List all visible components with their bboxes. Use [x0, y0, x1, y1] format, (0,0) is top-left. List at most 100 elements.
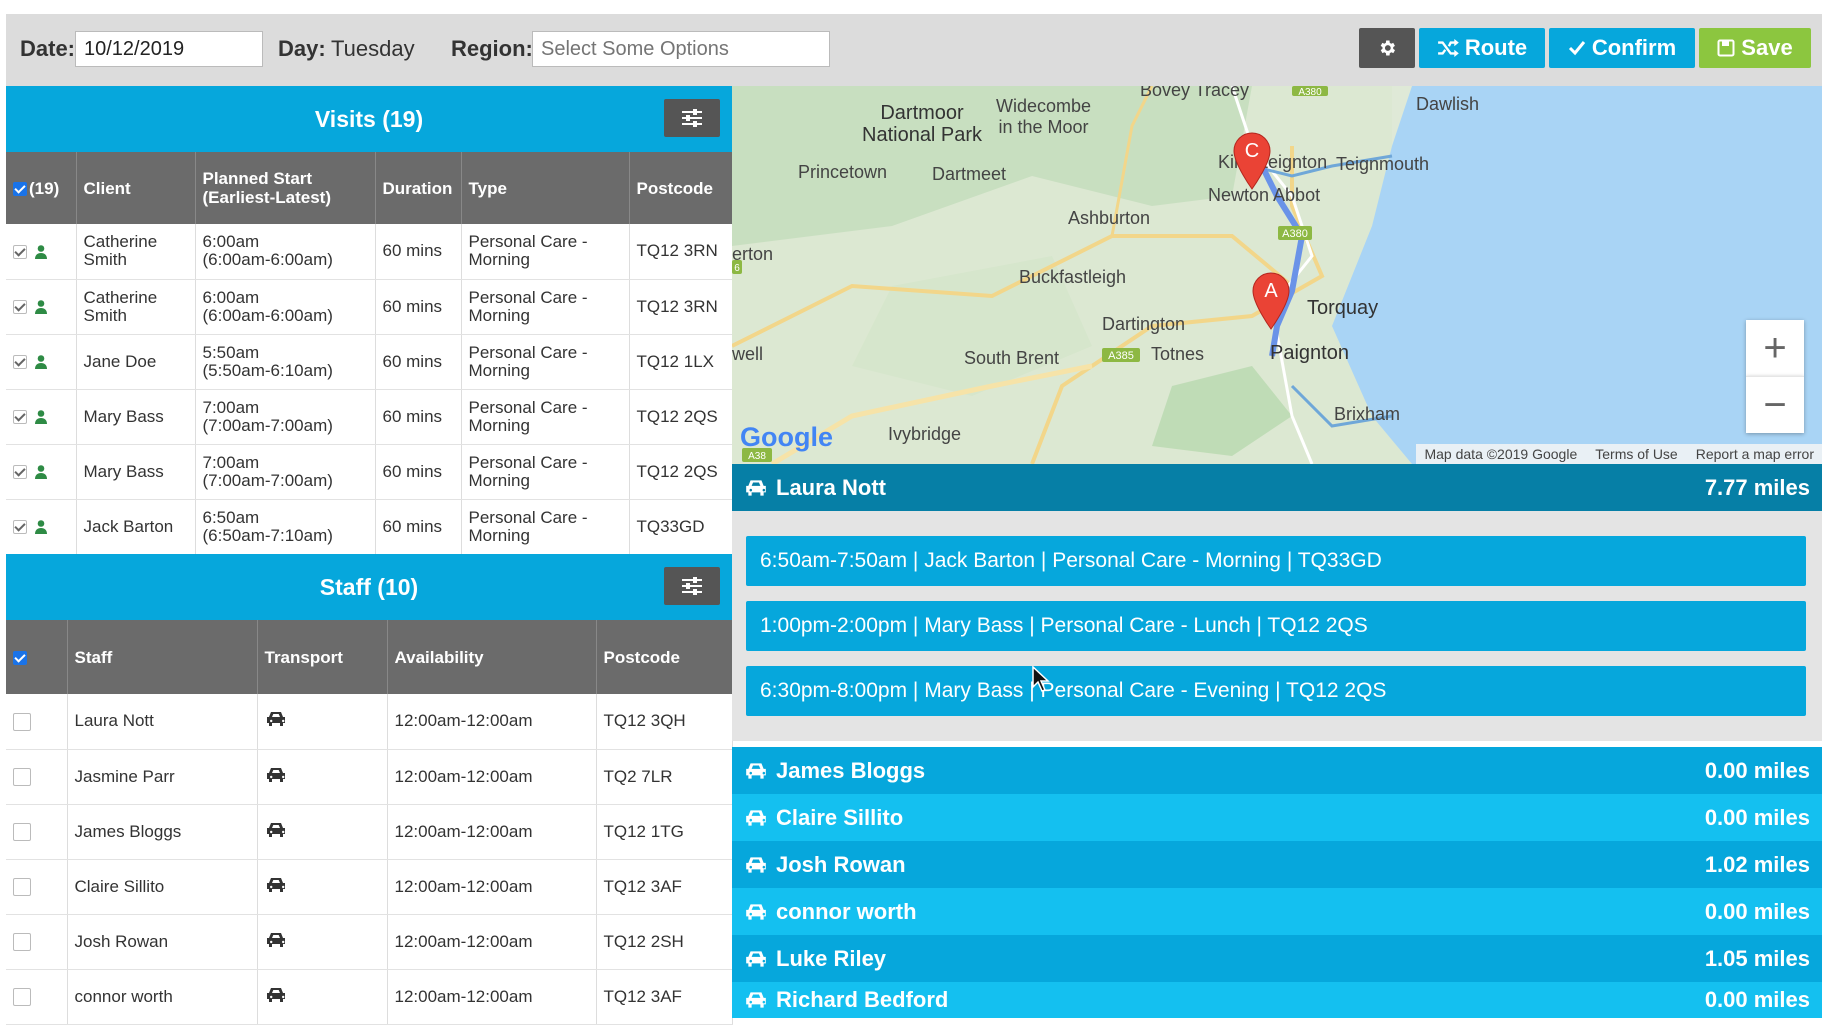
visit-type: Personal Care - Morning: [461, 444, 630, 500]
driver-miles: 1.02 miles: [1704, 851, 1810, 877]
col-client[interactable]: Client: [76, 152, 196, 224]
table-row[interactable]: Laura Nott 12:00am-12:00am TQ12 3QH: [6, 694, 733, 750]
map-label-south-brent: South Brent: [964, 348, 1060, 368]
confirm-button[interactable]: Confirm: [1549, 28, 1695, 68]
visit-checkbox[interactable]: [13, 355, 27, 370]
staff-filter-button[interactable]: [664, 567, 720, 605]
visit-checkbox[interactable]: [13, 300, 27, 315]
table-row[interactable]: Catherine Smith 6:00am (6:00am-6:00am) 60…: [6, 279, 733, 335]
col-staff[interactable]: Staff: [67, 620, 258, 694]
table-row[interactable]: Catherine Smith 6:00am (6:00am-6:00am) 60…: [6, 224, 733, 280]
staff-select-cell: [6, 969, 68, 1025]
driver-bar-active[interactable]: Laura Nott 7.77 miles: [732, 464, 1822, 511]
staff-checkbox[interactable]: [13, 932, 31, 951]
staff-name: Josh Rowan: [67, 914, 258, 970]
driver-bar[interactable]: James Bloggs 0.00 miles: [732, 747, 1822, 794]
staff-select-cell: [6, 859, 68, 915]
table-row[interactable]: Jane Doe 5:50am (5:50am-6:10am) 60 mins P…: [6, 334, 733, 390]
staff-availability: 12:00am-12:00am: [387, 804, 597, 860]
map-marker-a[interactable]: A: [1251, 272, 1291, 330]
staff-checkbox[interactable]: [13, 712, 31, 731]
staff-availability: 12:00am-12:00am: [387, 749, 597, 805]
map-label-dartmoor: Dartmoor National Park: [862, 102, 983, 146]
col-postcode[interactable]: Postcode: [629, 152, 733, 224]
route-visit-item[interactable]: 6:30pm-8:00pm | Mary Bass | Personal Car…: [746, 666, 1806, 716]
car-icon: [266, 712, 285, 727]
col-availability[interactable]: Availability: [387, 620, 597, 694]
staff-checkbox[interactable]: [13, 767, 31, 786]
driver-name: Luke Riley: [776, 945, 887, 971]
visit-checkbox[interactable]: [13, 410, 27, 425]
staff-transport: [257, 969, 388, 1025]
map-label-buckfastleigh: Buckfastleigh: [1019, 267, 1127, 287]
table-row[interactable]: James Bloggs 12:00am-12:00am TQ12 1TG: [6, 804, 733, 860]
zoom-in-button[interactable]: +: [1746, 320, 1804, 376]
col-transport[interactable]: Transport: [257, 620, 388, 694]
table-row[interactable]: Mary Bass 7:00am (7:00am-7:00am) 60 mins …: [6, 444, 733, 500]
staff-name: Jasmine Parr: [67, 749, 258, 805]
save-button-label: Save: [1741, 35, 1793, 60]
visit-checkbox[interactable]: [13, 244, 27, 259]
settings-button[interactable]: [1359, 28, 1415, 68]
region-select[interactable]: [532, 31, 830, 67]
route-visit-item[interactable]: 1:00pm-2:00pm | Mary Bass | Personal Car…: [746, 601, 1806, 651]
table-row[interactable]: Claire Sillito 12:00am-12:00am TQ12 3AF: [6, 859, 733, 915]
map-attribution: Map data ©2019 Google Terms of Use Repor…: [1416, 444, 1822, 464]
route-visit-text: 6:30pm-8:00pm | Mary Bass | Personal Car…: [760, 679, 1387, 702]
driver-bar[interactable]: Richard Bedford 0.00 miles: [732, 982, 1822, 1018]
driver-bar[interactable]: Josh Rowan 1.02 miles: [732, 841, 1822, 888]
driver-name: Laura Nott: [776, 474, 886, 500]
visit-duration: 60 mins: [375, 334, 462, 390]
route-button[interactable]: Route: [1419, 28, 1545, 68]
route-button-label: Route: [1464, 35, 1528, 60]
staff-checkbox[interactable]: [13, 822, 31, 841]
col-planned-start[interactable]: Planned Start (Earliest-Latest): [195, 152, 376, 224]
table-row[interactable]: Jack Barton 6:50am (6:50am-7:10am) 60 min…: [6, 499, 733, 555]
visit-start-window: (7:00am-7:00am): [202, 415, 333, 435]
map-marker-c[interactable]: C: [1232, 132, 1272, 190]
toolbar: Date: Day: Tuesday Region: Route Confirm…: [6, 14, 1822, 86]
staff-select-cell: [6, 804, 68, 860]
date-input[interactable]: [75, 31, 263, 67]
save-button[interactable]: Save: [1699, 28, 1811, 68]
col-staff-postcode[interactable]: Postcode: [596, 620, 733, 694]
col-duration[interactable]: Duration: [375, 152, 462, 224]
visit-client: Jane Doe: [76, 334, 196, 390]
table-row[interactable]: Jasmine Parr 12:00am-12:00am TQ2 7LR: [6, 749, 733, 805]
visit-checkbox[interactable]: [13, 465, 27, 480]
visits-filter-button[interactable]: [664, 99, 720, 137]
staff-name: Claire Sillito: [67, 859, 258, 915]
visit-duration: 60 mins: [375, 389, 462, 445]
road-label-a385: A385: [1108, 350, 1134, 362]
road-label-a380-top: A380: [1298, 87, 1322, 98]
table-row[interactable]: Josh Rowan 12:00am-12:00am TQ12 2SH: [6, 914, 733, 970]
visit-checkbox[interactable]: [13, 520, 27, 535]
col-type[interactable]: Type: [461, 152, 630, 224]
region-label: Region:: [451, 36, 533, 61]
staff-checkbox[interactable]: [13, 987, 31, 1006]
driver-bar[interactable]: Luke Riley 1.05 miles: [732, 935, 1822, 982]
route-visit-item[interactable]: 6:50am-7:50am | Jack Barton | Personal C…: [746, 536, 1806, 586]
table-row[interactable]: connor worth 12:00am-12:00am TQ12 3AF: [6, 969, 733, 1025]
car-icon: [746, 903, 766, 920]
driver-bar[interactable]: connor worth 0.00 miles: [732, 888, 1822, 935]
map-report-link[interactable]: Report a map error: [1696, 446, 1814, 462]
staff-select-all-checkbox[interactable]: [13, 651, 27, 666]
date-label: Date:: [20, 36, 76, 61]
driver-bar[interactable]: Claire Sillito 0.00 miles: [732, 794, 1822, 841]
visit-client: Catherine Smith: [76, 279, 196, 335]
plus-icon: +: [1763, 325, 1787, 370]
table-row[interactable]: Mary Bass 7:00am (7:00am-7:00am) 60 mins …: [6, 389, 733, 445]
driver-miles: 1.05 miles: [1704, 945, 1810, 971]
route-map[interactable]: A380 A380 A385 6 A38 Bovey Tracey Dartmo…: [732, 86, 1822, 464]
zoom-out-button[interactable]: −: [1746, 376, 1804, 433]
map-label-paignton: Paignton: [1270, 342, 1349, 364]
visit-select-cell: [6, 499, 77, 555]
visits-select-all-checkbox[interactable]: [13, 181, 27, 196]
driver-miles: 0.00 miles: [1704, 804, 1810, 830]
map-terms-link[interactable]: Terms of Use: [1595, 446, 1677, 462]
staff-checkbox[interactable]: [13, 877, 31, 896]
driver-name: Richard Bedford: [776, 987, 949, 1012]
staff-availability: 12:00am-12:00am: [387, 969, 597, 1025]
visit-start-time: 5:50am: [202, 342, 260, 362]
